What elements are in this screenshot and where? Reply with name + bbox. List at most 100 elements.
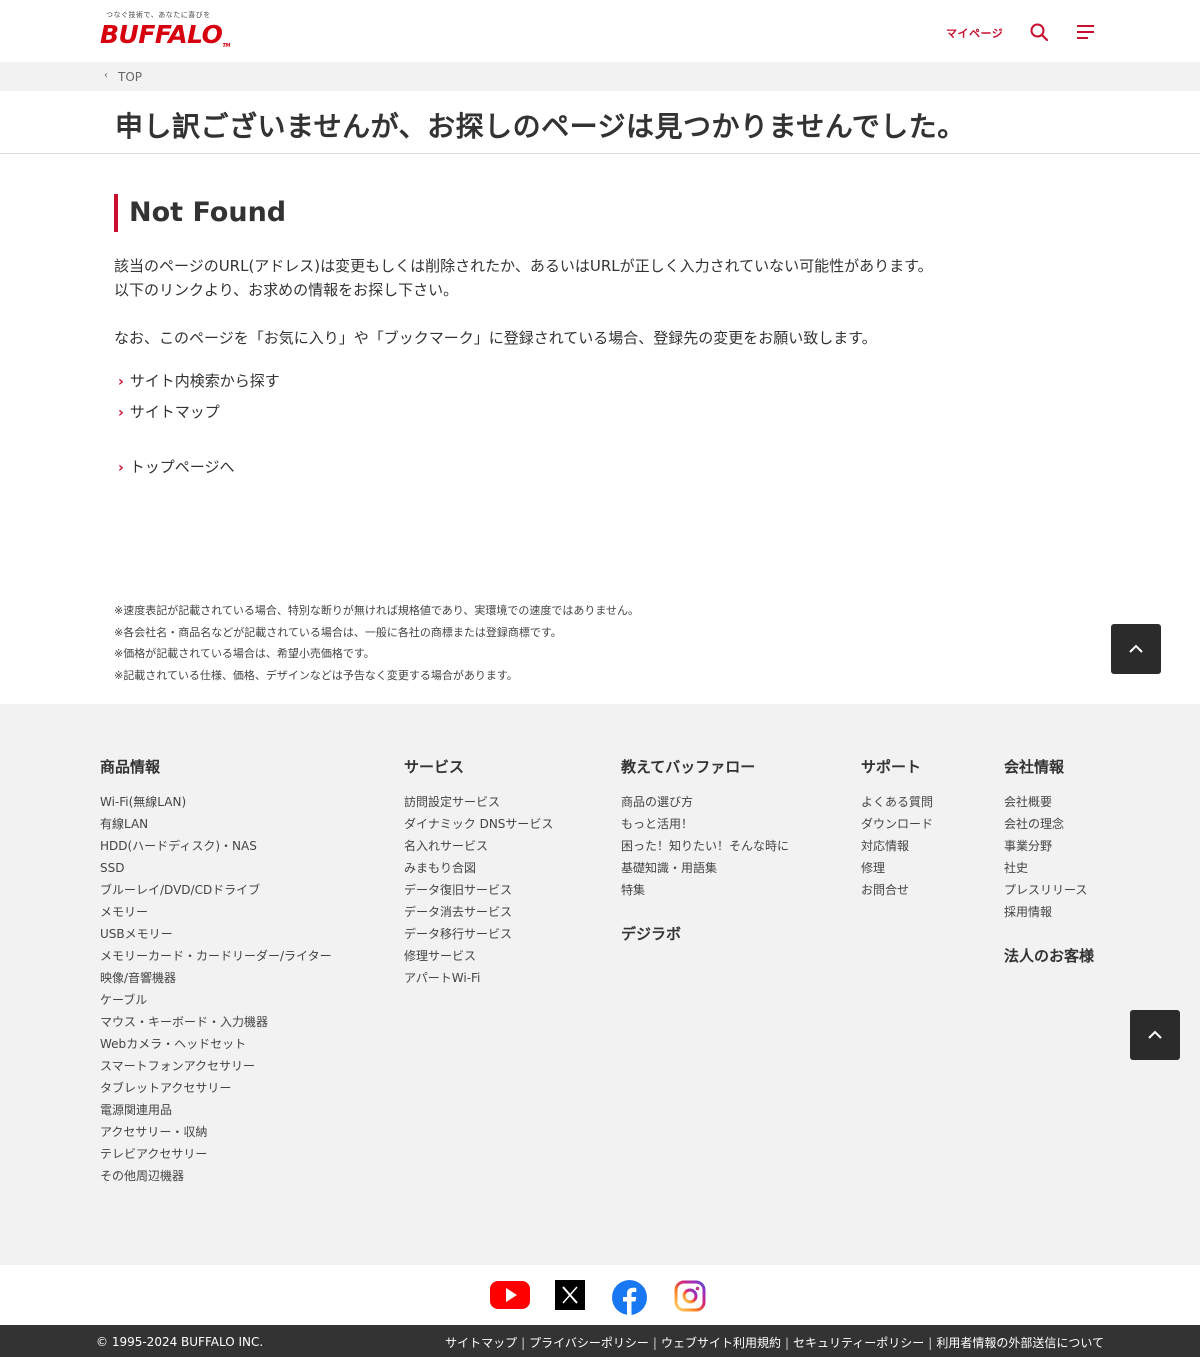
footer-link[interactable]: お問合せ: [861, 879, 933, 901]
breadcrumb-top-link[interactable]: TOP: [118, 70, 142, 84]
footer-link[interactable]: 社史: [1004, 857, 1094, 879]
footer-company-title[interactable]: 会社情報: [1004, 756, 1094, 777]
footer-services-title[interactable]: サービス: [404, 756, 553, 777]
footer-products-column: 商品情報 Wi-Fi(無線LAN) 有線LAN HDD(ハードディスク)・NAS…: [100, 756, 332, 1187]
terms-of-use-link[interactable]: ウェブサイト利用規約: [661, 1336, 781, 1350]
footer-link[interactable]: 会社概要: [1004, 791, 1094, 813]
footer-link[interactable]: 採用情報: [1004, 901, 1094, 923]
footer-link[interactable]: USBメモリー: [100, 923, 332, 945]
mypage-link[interactable]: マイページ: [946, 25, 1003, 41]
footer-products-title[interactable]: 商品情報: [100, 756, 332, 777]
privacy-policy-link[interactable]: プライバシーポリシー: [529, 1336, 649, 1350]
chevron-left-icon: ‹: [104, 70, 108, 81]
footer-support-title[interactable]: サポート: [861, 756, 933, 777]
note-item: ※価格が記載されている場合は、希望小売価格です。: [114, 647, 375, 661]
back-to-top-button[interactable]: [1111, 624, 1161, 674]
footer-link[interactable]: Webカメラ・ヘッドセット: [100, 1033, 332, 1055]
footer-link[interactable]: 映像/音響機器: [100, 967, 332, 989]
footer-link[interactable]: データ復旧サービス: [404, 879, 553, 901]
footer-support-list: よくある質問 ダウンロード 対応情報 修理 お問合せ: [861, 791, 933, 901]
site-search-link[interactable]: › サイト内検索から探す: [118, 370, 280, 391]
top-page-link[interactable]: › トップページへ: [118, 456, 234, 477]
footer-products-list: Wi-Fi(無線LAN) 有線LAN HDD(ハードディスク)・NAS SSD …: [100, 791, 332, 1187]
footer-link[interactable]: データ移行サービス: [404, 923, 553, 945]
footer-link[interactable]: データ消去サービス: [404, 901, 553, 923]
legal-links: サイトマップ | プライバシーポリシー | ウェブサイト利用規約 | セキュリティーポリシー…: [445, 1334, 1104, 1351]
footer-business-title[interactable]: 法人のお客様: [1004, 945, 1094, 966]
footer-link[interactable]: みまもり合図: [404, 857, 553, 879]
footer-link[interactable]: 有線LAN: [100, 813, 332, 835]
footer-link[interactable]: 名入れサービス: [404, 835, 553, 857]
footer-link[interactable]: アパートWi-Fi: [404, 967, 553, 989]
footer-digilab-title[interactable]: デジラボ: [621, 923, 789, 944]
footer-link[interactable]: 修理サービス: [404, 945, 553, 967]
footer-learn-title[interactable]: 教えてバッファロー: [621, 756, 789, 777]
facebook-icon[interactable]: [612, 1280, 647, 1315]
footer-link[interactable]: プレスリリース: [1004, 879, 1094, 901]
page-title-section: 申し訳ございませんが、お探しのページは見つかりませんでした。: [0, 91, 1200, 154]
footer-link[interactable]: マウス・キーボード・入力機器: [100, 1011, 332, 1033]
footer-link[interactable]: 特集: [621, 879, 789, 901]
footer-company-column: 会社情報 会社概要 会社の理念 事業分野 社史 プレスリリース 採用情報 法人の…: [1004, 756, 1094, 966]
footer-link[interactable]: ダウンロード: [861, 813, 933, 835]
footer-link[interactable]: SSD: [100, 857, 332, 879]
footer-link[interactable]: よくある質問: [861, 791, 933, 813]
menu-icon[interactable]: [1076, 24, 1095, 40]
footer-link[interactable]: ブルーレイ/DVD/CDドライブ: [100, 879, 332, 901]
copyright-text: © 1995-2024 BUFFALO INC.: [96, 1335, 264, 1349]
site-header: つなぐ技術で、あなたに喜びを BUFFALOTM マイページ: [0, 0, 1200, 62]
buffalo-logo[interactable]: つなぐ技術で、あなたに喜びを BUFFALOTM: [100, 10, 230, 49]
x-icon[interactable]: [555, 1280, 585, 1310]
footer-link[interactable]: 基礎知識・用語集: [621, 857, 789, 879]
footer-link[interactable]: スマートフォンアクセサリー: [100, 1055, 332, 1077]
footer-link[interactable]: 商品の選び方: [621, 791, 789, 813]
separator: |: [928, 1336, 933, 1350]
footer-link[interactable]: もっと活用！: [621, 813, 789, 835]
footer-company-list: 会社概要 会社の理念 事業分野 社史 プレスリリース 採用情報: [1004, 791, 1094, 923]
social-links: [0, 1265, 1200, 1325]
explanation-text: 該当のページのURL(アドレス)は変更もしくは削除されたか、あるいはURLが正し…: [114, 257, 933, 275]
search-icon[interactable]: [1030, 23, 1048, 41]
guidance-text: 以下のリンクより、お求めの情報をお探し下さい。: [114, 281, 459, 299]
disclaimer-notes: ※速度表記が記載されている場合、特別な断りが無ければ規格値であり、実環境での速度…: [114, 600, 639, 687]
footer-link[interactable]: その他周辺機器: [100, 1165, 332, 1187]
chevron-right-icon: ›: [118, 405, 124, 421]
footer-services-list: 訪問設定サービス ダイナミック DNSサービス 名入れサービス みまもり合図 デ…: [404, 791, 553, 989]
footer-link[interactable]: メモリー: [100, 901, 332, 923]
chevron-right-icon: ›: [118, 374, 124, 390]
footer-link[interactable]: 事業分野: [1004, 835, 1094, 857]
footer-link[interactable]: HDD(ハードディスク)・NAS: [100, 835, 332, 857]
sitemap-link[interactable]: › サイトマップ: [118, 401, 220, 422]
logo-tagline: つなぐ技術で、あなたに喜びを: [106, 11, 211, 19]
footer-link[interactable]: タブレットアクセサリー: [100, 1077, 332, 1099]
instagram-icon[interactable]: [674, 1280, 706, 1312]
bottom-sitemap-link[interactable]: サイトマップ: [445, 1336, 517, 1350]
back-to-top-button[interactable]: [1130, 1010, 1180, 1060]
footer-link[interactable]: ケーブル: [100, 989, 332, 1011]
chevron-right-icon: ›: [118, 460, 124, 476]
footer-link[interactable]: 修理: [861, 857, 933, 879]
separator: |: [521, 1336, 526, 1350]
footer-link[interactable]: アクセサリー・収納: [100, 1121, 332, 1143]
footer-link[interactable]: 会社の理念: [1004, 813, 1094, 835]
note-item: ※各会社名・商品名などが記載されている場合は、一般に各社の商標または登録商標です…: [114, 625, 562, 639]
chevron-up-icon: [1148, 1030, 1162, 1039]
footer-support-column: サポート よくある質問 ダウンロード 対応情報 修理 お問合せ: [861, 756, 933, 901]
page-title: 申し訳ございませんが、お探しのページは見つかりませんでした。: [115, 110, 966, 143]
security-policy-link[interactable]: セキュリティーポリシー: [793, 1336, 924, 1350]
footer-link[interactable]: 困った！知りたい！そんな時に: [621, 835, 789, 857]
footer-link[interactable]: Wi-Fi(無線LAN): [100, 791, 332, 813]
separator: |: [652, 1336, 657, 1350]
chevron-up-icon: [1129, 644, 1143, 653]
footer-link[interactable]: ダイナミック DNSサービス: [404, 813, 553, 835]
footer-link[interactable]: テレビアクセサリー: [100, 1143, 332, 1165]
site-footer: 商品情報 Wi-Fi(無線LAN) 有線LAN HDD(ハードディスク)・NAS…: [0, 704, 1200, 1265]
separator: |: [784, 1336, 790, 1350]
footer-link[interactable]: 訪問設定サービス: [404, 791, 553, 813]
footer-link[interactable]: 電源関連用品: [100, 1099, 332, 1121]
note-item: ※速度表記が記載されている場合、特別な断りが無ければ規格値であり、実環境での速度…: [114, 604, 640, 617]
external-transmission-link[interactable]: 利用者情報の外部送信について: [936, 1336, 1104, 1350]
footer-link[interactable]: メモリーカード・カードリーダー/ライター: [100, 945, 332, 967]
footer-link[interactable]: 対応情報: [861, 835, 933, 857]
youtube-icon[interactable]: [490, 1280, 530, 1310]
